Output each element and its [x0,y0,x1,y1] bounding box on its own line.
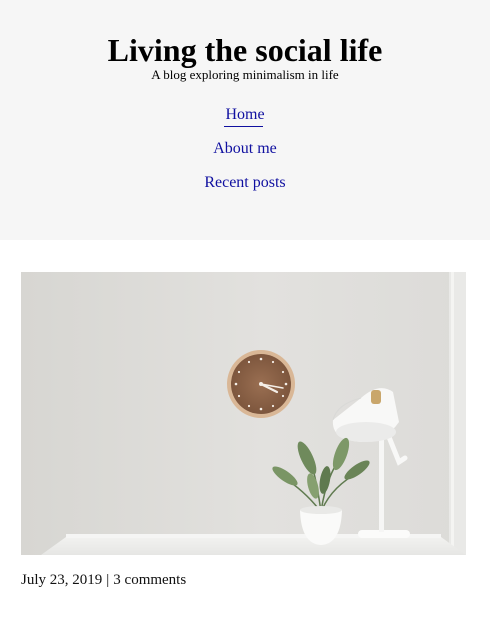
nav-item-home[interactable]: Home [0,105,490,125]
clock-icon [227,350,295,418]
post-meta: July 23, 2019 | 3 comments [21,570,186,590]
nav-active-underline [224,126,263,127]
site-tagline: A blog exploring minimalism in life [151,67,339,82]
featured-image[interactable] [21,272,466,555]
post-comments-link[interactable]: 3 comments [113,572,186,588]
featured-photo [21,272,466,555]
nav-item-recent-posts[interactable]: Recent posts [0,173,490,193]
site-title[interactable]: Living the social life [0,30,490,70]
meta-separator: | [106,572,110,588]
post-date: July 23, 2019 [21,572,103,588]
site-header: Living the social life A blog exploring … [0,0,490,240]
nav-item-about-me[interactable]: About me [0,139,490,159]
